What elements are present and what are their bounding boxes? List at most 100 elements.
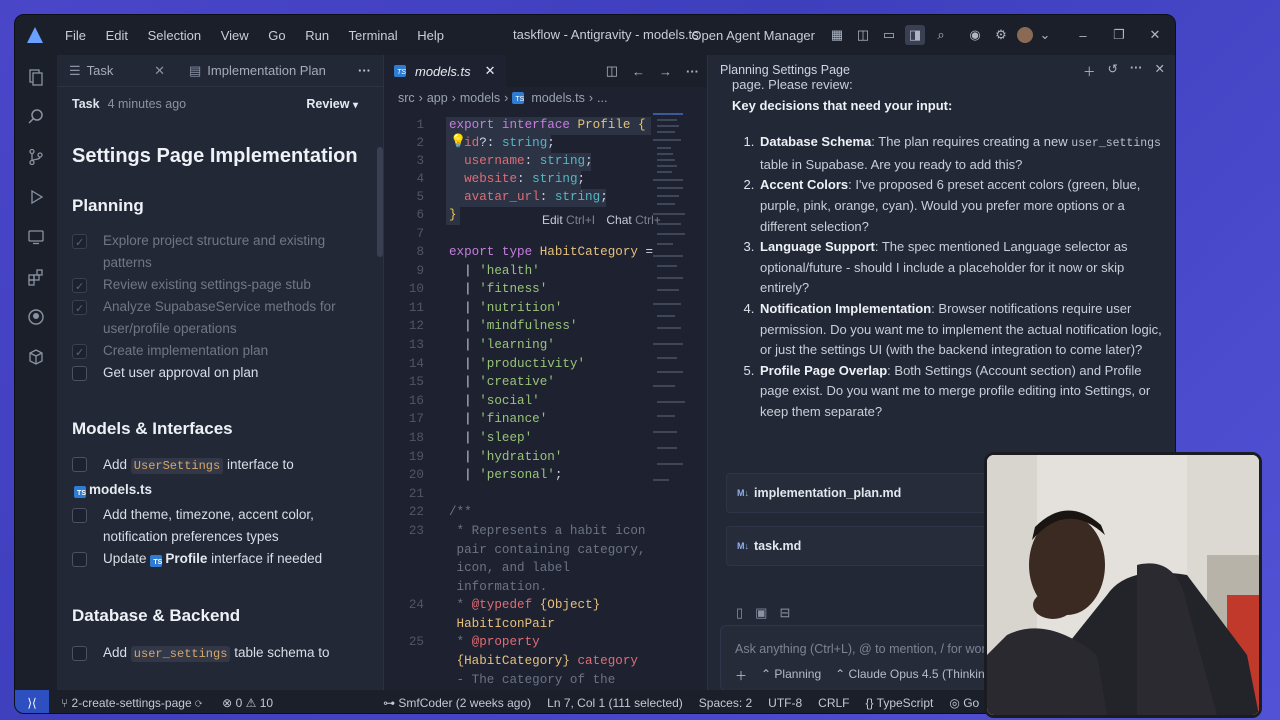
lightbulb-icon[interactable]: 💡	[450, 134, 466, 149]
decision-title: Notification Implementation	[760, 300, 932, 316]
run-debug-icon[interactable]	[26, 187, 46, 207]
checkbox[interactable]	[72, 366, 87, 381]
toggle-sidebar-icon[interactable]: ◫	[853, 25, 873, 45]
git-blame[interactable]: ⊶ SmfCoder (2 weeks ago)	[383, 696, 531, 710]
checklist-item[interactable]: Update TS Profile interface if needed	[72, 548, 368, 570]
line-number: 5	[416, 190, 424, 204]
breadcrumb-item[interactable]: src	[398, 91, 415, 105]
breadcrumb-item[interactable]: ...	[597, 91, 607, 105]
checklist-item-label: Add theme, timezone, accent color, notif…	[103, 507, 314, 544]
problems-indicator[interactable]: ⊗ 0 ⚠ 10	[222, 696, 273, 710]
sync-icon[interactable]: ⟳	[195, 696, 202, 710]
checkbox[interactable]	[72, 508, 87, 523]
breadcrumb-item[interactable]: models.ts	[531, 91, 585, 105]
checklist-item[interactable]: Add UserSettings interface to TS models.ts	[72, 453, 368, 502]
line-number: 18	[408, 431, 424, 445]
editor-tab-models-ts[interactable]: TS models.ts ✕	[384, 55, 506, 87]
hint-edit[interactable]: Edit Ctrl+I	[542, 213, 595, 227]
restore-icon[interactable]: ❐	[1109, 25, 1129, 45]
close-window-icon[interactable]: ✕	[1145, 25, 1165, 45]
forward-arrow-icon[interactable]: →	[659, 64, 672, 79]
checkbox[interactable]	[72, 457, 87, 472]
checkbox-checked[interactable]	[72, 342, 87, 364]
attach-context-icon[interactable]: ⊟	[779, 605, 790, 621]
menu-terminal[interactable]: Terminal	[349, 28, 398, 43]
model-selector[interactable]: ⌃ Claude Opus 4.5 (Thinking)	[835, 667, 995, 684]
go-live[interactable]: ◎ Go	[949, 696, 979, 710]
menu-help[interactable]: Help	[417, 28, 444, 43]
checklist-item[interactable]: Analyze SupabaseService methods for user…	[72, 296, 368, 340]
remote-explorer-icon[interactable]	[26, 227, 46, 247]
search-sidebar-icon[interactable]	[26, 107, 46, 127]
checkbox-checked[interactable]	[72, 298, 87, 320]
branch-indicator[interactable]: ⑂ 2-create-settings-page ⟳	[61, 696, 202, 710]
minimize-icon[interactable]: –	[1073, 25, 1093, 45]
chevron-down-icon[interactable]: ⌄	[1039, 25, 1051, 45]
cursor-position[interactable]: Ln 7, Col 1 (111 selected)	[547, 696, 683, 710]
extensions-icon[interactable]	[26, 267, 46, 287]
checklist-item[interactable]: Review existing settings-page stub	[72, 274, 368, 298]
database-icon[interactable]	[26, 347, 46, 367]
error-icon: ⊗	[222, 695, 233, 710]
checklist-item[interactable]: Create implementation plan	[72, 340, 368, 364]
toggle-panel-icon[interactable]: ▭	[879, 25, 899, 45]
chevron-right-icon: ›	[418, 91, 423, 105]
menu-edit[interactable]: Edit	[106, 28, 128, 43]
checkbox[interactable]	[72, 552, 87, 567]
github-icon[interactable]	[26, 307, 46, 327]
more-actions-icon[interactable]: ···	[686, 64, 699, 79]
menu-run[interactable]: Run	[305, 28, 329, 43]
close-tab-icon[interactable]: ✕	[154, 63, 165, 79]
tab-task[interactable]: ☰ Task ✕	[57, 55, 177, 87]
attach-file-icon[interactable]: ▯	[736, 605, 743, 621]
more-actions-icon[interactable]: ···	[1130, 61, 1143, 80]
new-chat-icon[interactable]: ＋	[1083, 61, 1096, 80]
file-link-models-ts[interactable]: TS models.ts	[74, 482, 152, 498]
encoding[interactable]: UTF-8	[768, 696, 802, 710]
breadcrumb-item[interactable]: app	[427, 91, 448, 105]
checkbox-checked[interactable]	[72, 276, 87, 298]
mode-selector[interactable]: ⌃ Planning	[761, 667, 821, 684]
indentation[interactable]: Spaces: 2	[699, 696, 752, 710]
attach-image-icon[interactable]: ▣	[755, 605, 767, 621]
close-tab-icon[interactable]: ✕	[485, 63, 496, 79]
menu-go[interactable]: Go	[268, 28, 285, 43]
source-control-icon[interactable]	[26, 147, 46, 167]
add-context-icon[interactable]: ＋	[735, 667, 747, 684]
back-arrow-icon[interactable]: ←	[632, 64, 645, 79]
explorer-icon[interactable]	[26, 67, 46, 87]
menu-file[interactable]: File	[65, 28, 86, 43]
file-link-profile[interactable]: TS Profile	[150, 551, 207, 567]
account-avatar[interactable]	[1017, 27, 1033, 43]
open-agent-manager-button[interactable]: Open Agent Manager	[691, 28, 815, 43]
decision-item: Language Support: The spec mentioned Lan…	[758, 237, 1165, 299]
toggle-secondary-sidebar-icon[interactable]: ◨	[905, 25, 925, 45]
inline-code: UserSettings	[130, 458, 224, 474]
antigravity-logo-icon	[27, 27, 43, 43]
checklist-item[interactable]: Explore project structure and existing p…	[72, 230, 368, 274]
checklist-item[interactable]: Add theme, timezone, accent color, notif…	[72, 504, 368, 548]
settings-gear-icon[interactable]: ⚙	[991, 25, 1011, 45]
menu-selection[interactable]: Selection	[148, 28, 201, 43]
browser-icon[interactable]: ◉	[965, 25, 985, 45]
breadcrumb-item[interactable]: models	[460, 91, 500, 105]
layout-icon[interactable]: ▦	[827, 25, 847, 45]
minimap[interactable]	[653, 113, 693, 493]
review-button[interactable]: Review ▾	[306, 97, 358, 111]
menu-view[interactable]: View	[221, 28, 249, 43]
line-ending[interactable]: CRLF	[818, 696, 849, 710]
search-icon[interactable]: ⌕	[931, 25, 951, 45]
remote-indicator-icon[interactable]: ⟩⟨	[15, 690, 49, 713]
more-actions-icon[interactable]: ···	[358, 63, 371, 78]
checklist-item[interactable]: Get user approval on plan	[72, 362, 368, 384]
split-editor-icon[interactable]: ◫	[606, 63, 618, 79]
chevron-right-icon: ›	[451, 91, 456, 105]
close-panel-icon[interactable]: ✕	[1155, 61, 1165, 80]
checkbox-checked[interactable]	[72, 232, 87, 254]
code-line: | 'finance'	[449, 412, 548, 426]
language-mode[interactable]: {} TypeScript	[866, 696, 934, 710]
checklist-item[interactable]: Add user_settings table schema to	[72, 642, 368, 665]
tab-implementation-plan[interactable]: ▤ Implementation Plan	[177, 55, 338, 87]
history-icon[interactable]: ↺	[1108, 61, 1118, 80]
checkbox[interactable]	[72, 646, 87, 661]
